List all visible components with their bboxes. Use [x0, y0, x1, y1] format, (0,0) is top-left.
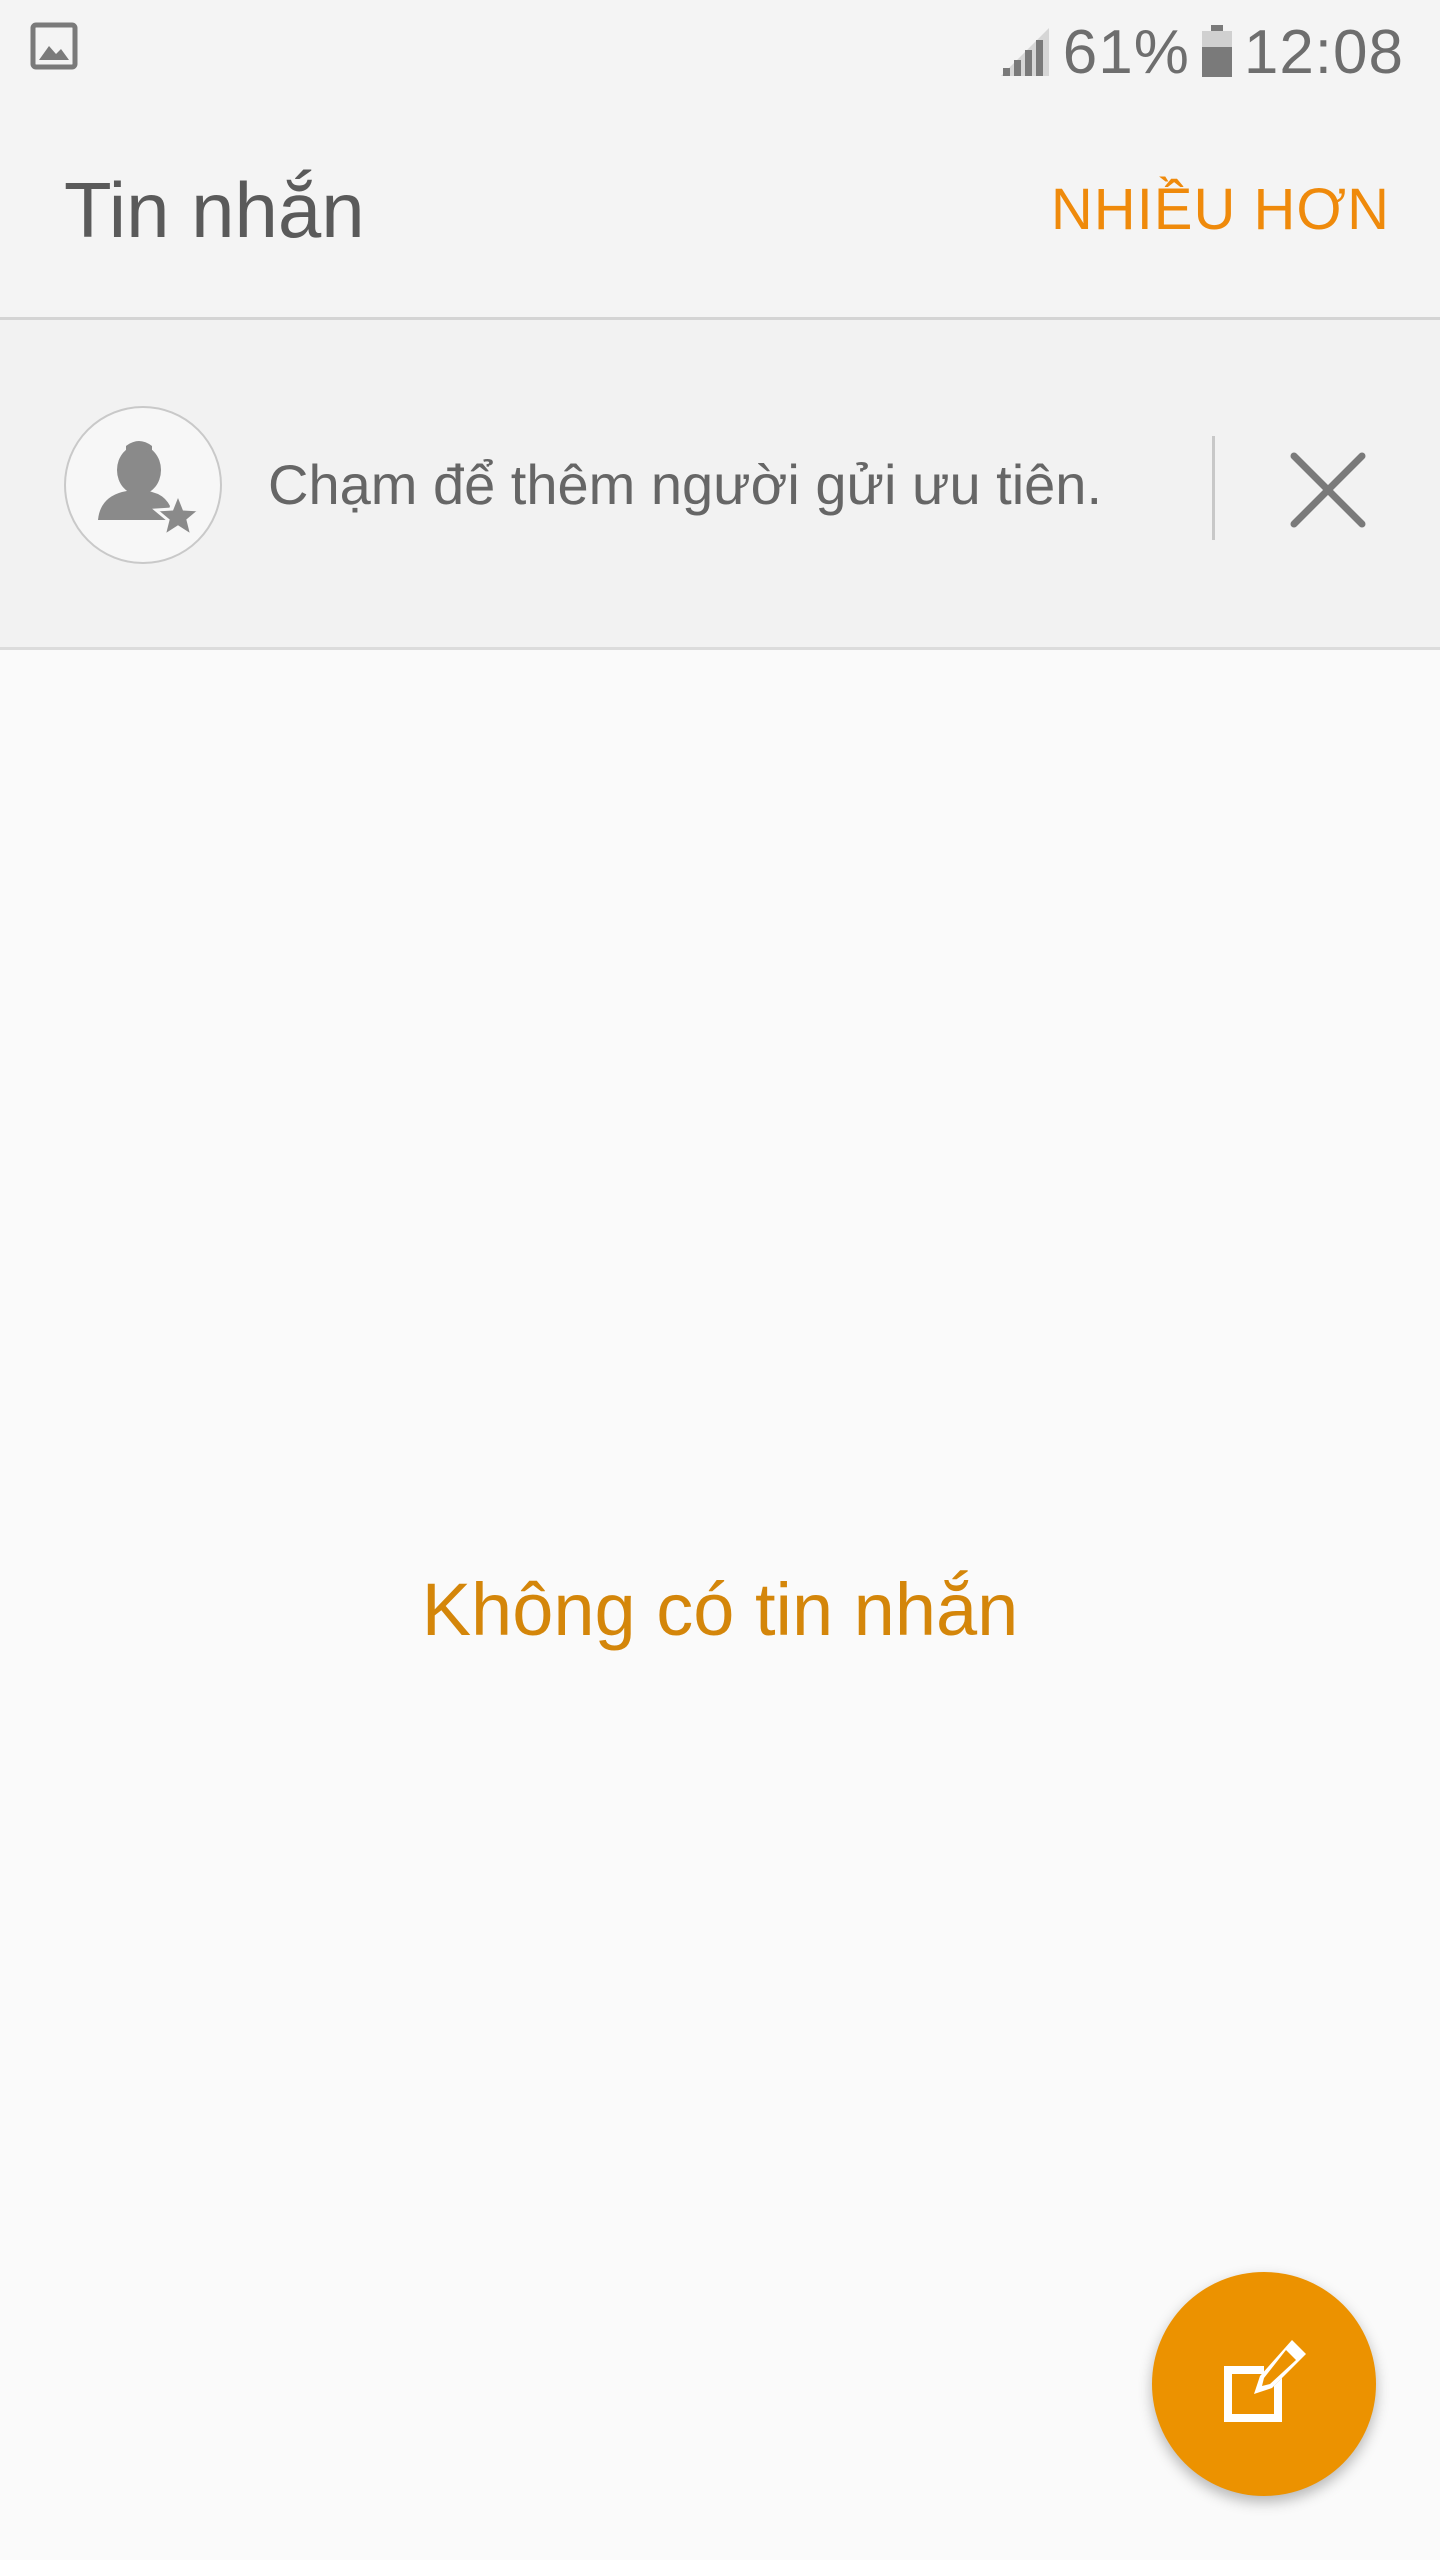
empty-state-message: Không có tin nhắn — [421, 1568, 1019, 1651]
priority-sender-banner[interactable]: Chạm để thêm người gửi ưu tiên. — [0, 320, 1440, 650]
status-indicators: 61% 12:08 — [997, 12, 1404, 92]
person-star-icon — [98, 441, 204, 540]
banner-divider — [1212, 436, 1215, 540]
signal-icon — [1000, 28, 1049, 76]
status-bar: 61% 12:08 — [0, 0, 1440, 100]
close-icon[interactable] — [1278, 440, 1378, 540]
priority-sender-hint[interactable]: Chạm để thêm người gửi ưu tiên. — [268, 455, 1102, 515]
battery-icon — [1201, 25, 1232, 77]
compose-button[interactable] — [1152, 2272, 1376, 2496]
app-bar: Tin nhắn NHIỀU HƠN — [0, 100, 1440, 320]
compose-icon — [1224, 2340, 1306, 2422]
priority-contact-icon[interactable] — [64, 406, 222, 564]
page-title: Tin nhắn — [64, 166, 365, 254]
messages-screen: 61% 12:08 Tin nhắn NHIỀU HƠN Chạm để thê… — [0, 0, 1440, 2560]
clock: 12:08 — [1243, 17, 1404, 87]
image-notification-icon — [30, 22, 78, 70]
more-button[interactable]: NHIỀU HƠN — [1051, 178, 1390, 242]
battery-percent: 61% — [1062, 17, 1190, 87]
